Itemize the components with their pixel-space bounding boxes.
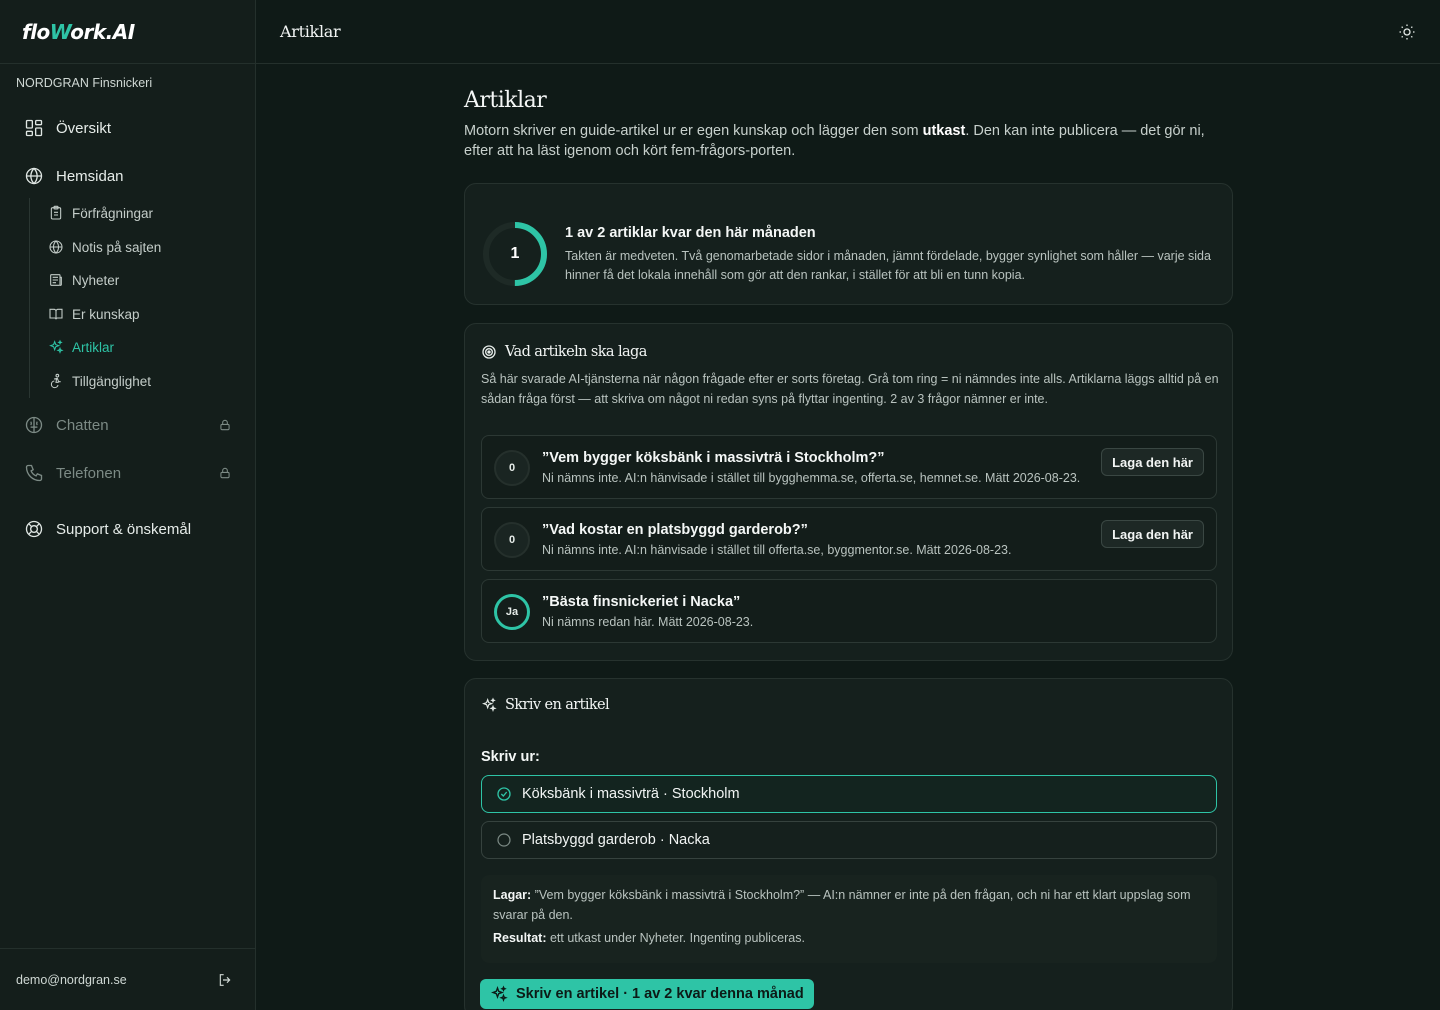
write-heading: Skriv en artikel xyxy=(481,697,610,713)
source-label: Skriv ur: xyxy=(481,749,540,765)
logout-icon[interactable] xyxy=(217,972,233,988)
quota-heading: 1 av 2 artiklar kvar den här månaden xyxy=(565,225,816,241)
radio-empty-icon xyxy=(497,833,511,847)
nav-website[interactable]: Hemsidan xyxy=(16,158,240,194)
option-label: Platsbyggd garderob · Nacka xyxy=(522,832,710,848)
quota-ring-value: 1 xyxy=(510,245,520,262)
mention-badge: 0 xyxy=(494,522,530,558)
page-lead: Motorn skriver en guide-artikel ur er eg… xyxy=(464,123,1205,159)
subnav-line xyxy=(29,198,30,398)
nav-support-label: Support & önskemål xyxy=(56,520,192,538)
fixes-label: Lagar: xyxy=(493,888,532,902)
book-open-icon xyxy=(49,308,63,320)
lock-icon xyxy=(220,467,230,479)
nav-phone-label: Telefonen xyxy=(56,464,122,482)
nav-website-label: Hemsidan xyxy=(56,167,124,185)
grid-icon xyxy=(25,119,43,137)
result-text: ett utkast under Nyheter. Ingenting publ… xyxy=(546,931,805,945)
sparkles-icon xyxy=(491,985,508,1002)
question-title: ”Vem bygger köksbänk i massivträ i Stock… xyxy=(542,450,885,466)
questions-heading: Vad artikeln ska laga xyxy=(481,344,647,360)
topbar: Artiklar xyxy=(256,0,1440,64)
sidebar-item-news[interactable]: Nyheter xyxy=(48,266,238,294)
result-label: Resultat: xyxy=(493,931,547,945)
sidebar-item-knowledge[interactable]: Er kunskap xyxy=(48,300,238,328)
brain-icon xyxy=(25,416,43,434)
sparkles-icon xyxy=(49,339,64,354)
clipboard-icon xyxy=(50,205,62,220)
nav-phone[interactable]: Telefonen xyxy=(16,455,240,491)
questions-description: Så här svarade AI-tjänsterna när någon f… xyxy=(481,372,1219,406)
user-email: demo@nordgran.se xyxy=(16,972,127,987)
question-title: ”Vad kostar en platsbyggd garderob?” xyxy=(542,522,808,538)
sidebar-item-site-notice[interactable]: Notis på sajten xyxy=(48,233,238,261)
nav-chat[interactable]: Chatten xyxy=(16,407,240,443)
sidebar-item-articles[interactable]: Artiklar xyxy=(48,333,238,361)
globe-icon xyxy=(49,240,63,254)
newspaper-icon xyxy=(50,274,62,286)
write-article-button[interactable]: Skriv en artikel · 1 av 2 kvar denna mån… xyxy=(480,979,814,1009)
article-summary: Lagar: ”Vem bygger köksbänk i massivträ … xyxy=(481,875,1217,963)
source-option[interactable]: Platsbyggd garderob · Nacka xyxy=(481,821,1217,859)
quota-text: Takten är medveten. Två genomarbetade si… xyxy=(565,249,1211,282)
globe-icon xyxy=(25,167,43,185)
logo-bar: floWork.AI xyxy=(0,0,255,64)
question-meta: Ni nämns inte. AI:n hänvisade i stället … xyxy=(542,543,1012,557)
question-title: ”Bästa finsnickeriet i Nacka” xyxy=(542,594,741,610)
write-article-label: Skriv en artikel · 1 av 2 kvar denna mån… xyxy=(516,986,804,1002)
org-name: NORDGRAN Finsnickeri xyxy=(16,76,153,90)
questions-card: Vad artikeln ska laga Så här svarade AI-… xyxy=(464,323,1233,661)
fixes-text: ”Vem bygger köksbänk i massivträ i Stock… xyxy=(493,888,1191,922)
sparkles-icon xyxy=(482,697,497,712)
question-row: 0 ”Vad kostar en platsbyggd garderob?” N… xyxy=(481,507,1217,571)
question-meta: Ni nämns inte. AI:n hänvisade i stället … xyxy=(542,471,1081,485)
quota-card: 1 1 av 2 artiklar kvar den här månaden T… xyxy=(464,183,1233,305)
nav-support[interactable]: Support & önskemål xyxy=(16,511,240,547)
lifebuoy-icon xyxy=(25,520,43,538)
nav-overview[interactable]: Översikt xyxy=(16,110,240,146)
app-logo[interactable]: floWork.AI xyxy=(22,20,135,44)
nav-chat-label: Chatten xyxy=(56,416,109,434)
sun-icon[interactable] xyxy=(1398,23,1416,41)
nav-overview-label: Översikt xyxy=(56,119,112,137)
topbar-title: Artiklar xyxy=(280,22,341,41)
fix-this-button[interactable]: Laga den här xyxy=(1101,448,1204,476)
main-content: Artiklar Motorn skriver en guide-artikel… xyxy=(464,88,1233,1010)
question-meta: Ni nämns redan här. Mätt 2026-08-23. xyxy=(542,615,754,629)
fix-this-button[interactable]: Laga den här xyxy=(1101,520,1204,548)
page-title: Artiklar xyxy=(464,88,547,113)
option-label: Köksbänk i massivträ · Stockholm xyxy=(522,786,740,802)
accessibility-icon xyxy=(50,373,61,389)
mention-badge: Ja xyxy=(494,594,530,630)
target-icon xyxy=(482,345,496,359)
source-option-selected[interactable]: Köksbänk i massivträ · Stockholm xyxy=(481,775,1217,813)
lock-icon xyxy=(220,419,230,431)
mention-badge: 0 xyxy=(494,450,530,486)
phone-icon xyxy=(25,464,43,482)
sidebar: floWork.AI NORDGRAN Finsnickeri Översikt… xyxy=(0,0,256,1010)
sidebar-footer: demo@nordgran.se xyxy=(0,948,255,1010)
question-row: Ja ”Bästa finsnickeriet i Nacka” Ni nämn… xyxy=(481,579,1217,643)
sidebar-item-accessibility[interactable]: Tillgänglighet xyxy=(48,367,238,395)
check-circle-icon xyxy=(497,787,511,801)
sidebar-item-inquiries[interactable]: Förfrågningar xyxy=(48,199,238,227)
question-row: 0 ”Vem bygger köksbänk i massivträ i Sto… xyxy=(481,435,1217,499)
write-card: Skriv en artikel Skriv ur: Köksbänk i ma… xyxy=(464,678,1233,1010)
